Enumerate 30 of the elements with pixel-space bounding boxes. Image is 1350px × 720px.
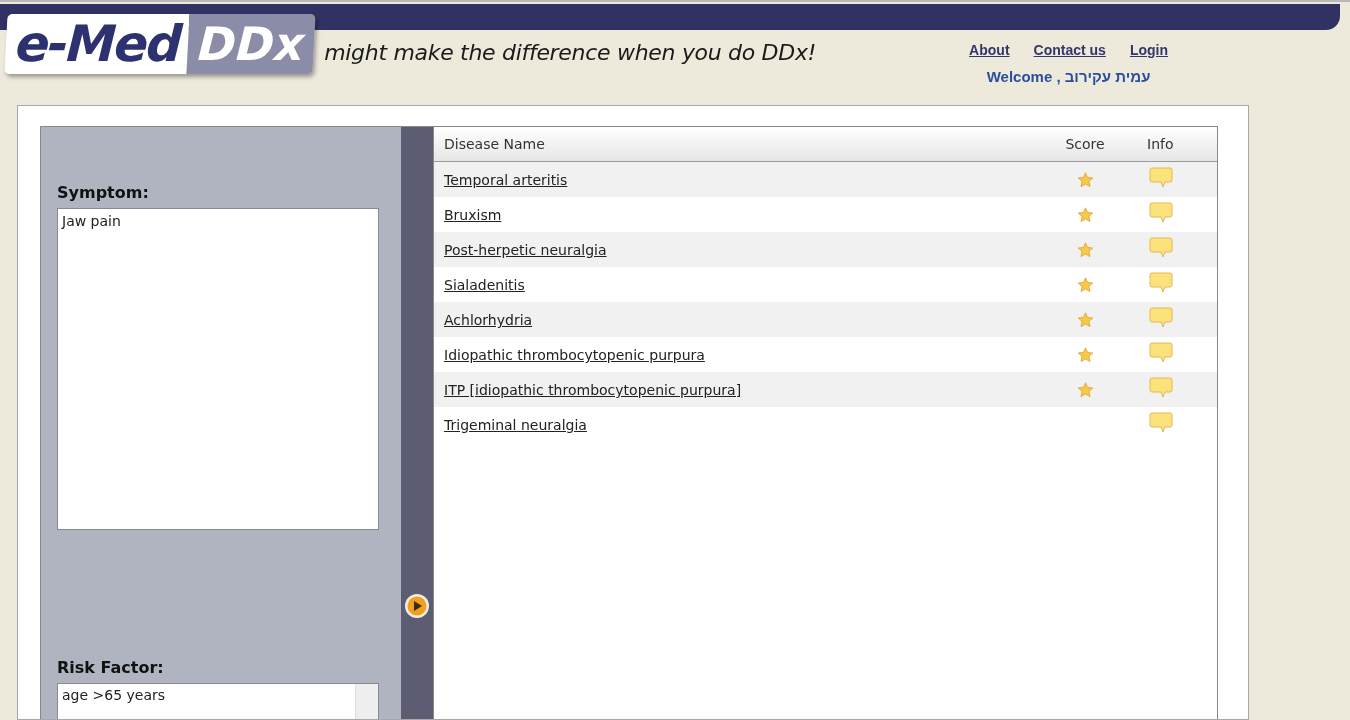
disease-link[interactable]: Temporal arteritis [444,172,568,188]
speech-bubble-icon[interactable] [1149,377,1173,398]
column-header: Disease Name [443,136,546,152]
symptom-label: Symptom: [57,183,150,202]
column-header: Score [1064,136,1106,152]
disease-link[interactable]: Post-herpetic neuralgia [444,242,607,258]
welcome-text: Welcome , עמית עקירוב [986,68,1151,85]
disease-link[interactable]: Bruxism [444,207,502,223]
disease-link[interactable]: Achlorhydria [444,312,533,328]
nav-link[interactable]: Contact us [1033,42,1106,58]
column-header: Info [1146,136,1175,152]
speech-bubble-icon[interactable] [1149,202,1173,223]
speech-bubble-icon[interactable] [1149,412,1173,433]
speech-bubble-icon[interactable] [1149,167,1173,188]
speech-bubble-icon[interactable] [1149,272,1173,293]
nav-link[interactable]: Login [1129,42,1168,58]
disease-link[interactable]: ITP [idiopathic thrombocytopenic purpura] [444,382,742,398]
logo-text: DDx [186,14,316,74]
logo-text: e-Med [4,14,190,74]
disease-link[interactable]: Sialadenitis [444,277,525,293]
speech-bubble-icon[interactable] [1149,307,1173,328]
disease-link[interactable]: Idiopathic thrombocytopenic purpura [444,347,705,363]
speech-bubble-icon[interactable] [1149,237,1173,258]
nav-link[interactable]: About [969,42,1010,58]
tagline: might make the difference when you do DDx! [324,40,817,65]
symptom-field[interactable]: Jaw pain [57,208,379,530]
speech-bubble-icon[interactable] [1149,342,1173,363]
play-button[interactable] [404,593,430,619]
risk-factor-label: Risk Factor: [57,658,165,677]
disease-link[interactable]: Trigeminal neuralgia [444,417,587,433]
